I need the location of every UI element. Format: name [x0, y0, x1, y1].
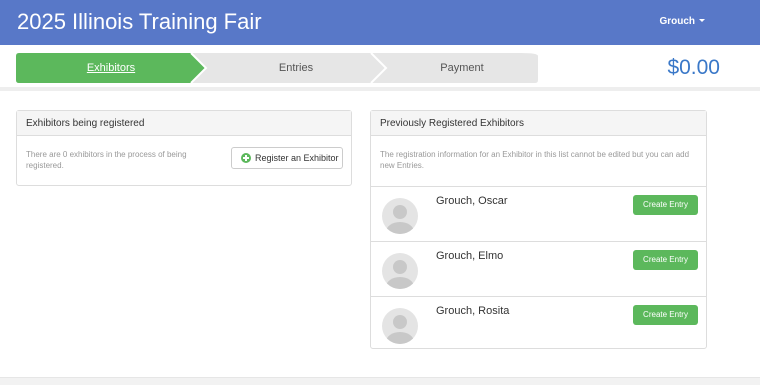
- user-menu[interactable]: Grouch: [659, 16, 705, 27]
- register-exhibitor-button[interactable]: Register an Exhibitor: [231, 147, 343, 169]
- avatar: [382, 198, 418, 234]
- exhibitor-name: Grouch, Oscar: [436, 195, 508, 207]
- avatar: [382, 308, 418, 344]
- avatar: [382, 253, 418, 289]
- plus-circle-icon: [241, 153, 251, 163]
- exhibitor-row: Grouch, Oscar Create Entry: [371, 186, 706, 241]
- panel-title: Exhibitors being registered: [17, 111, 351, 136]
- previously-registered-panel: Previously Registered Exhibitors The reg…: [370, 110, 707, 349]
- panel-message: There are 0 exhibitors in the process of…: [26, 150, 187, 170]
- step-payment[interactable]: Payment: [386, 53, 538, 83]
- create-entry-button[interactable]: Create Entry: [633, 250, 698, 270]
- panel-title: Previously Registered Exhibitors: [371, 111, 706, 136]
- exhibitor-row: Grouch, Elmo Create Entry: [371, 241, 706, 296]
- top-navbar: 2025 Illinois Training Fair Grouch: [0, 0, 760, 45]
- user-name: Grouch: [659, 16, 695, 27]
- step-exhibitors[interactable]: Exhibitors: [16, 53, 206, 83]
- register-button-label: Register an Exhibitor: [255, 153, 339, 163]
- exhibitor-name: Grouch, Rosita: [436, 305, 510, 317]
- app-title: 2025 Illinois Training Fair: [17, 9, 262, 34]
- exhibitor-name: Grouch, Elmo: [436, 250, 504, 262]
- step-bar: Exhibitors Entries Payment $0.00: [0, 45, 760, 91]
- create-entry-button[interactable]: Create Entry: [633, 195, 698, 215]
- exhibitors-being-registered-panel: Exhibitors being registered There are 0 …: [16, 110, 352, 186]
- panel-note: The registration information for an Exhi…: [380, 150, 690, 170]
- footer: [0, 377, 760, 385]
- step-entries[interactable]: Entries: [186, 53, 406, 83]
- create-entry-button[interactable]: Create Entry: [633, 305, 698, 325]
- caret-down-icon: [699, 19, 705, 22]
- order-total: $0.00: [667, 56, 720, 79]
- exhibitor-row: Grouch, Rosita Create Entry: [371, 296, 706, 351]
- wizard-steps: Exhibitors Entries Payment: [16, 53, 538, 83]
